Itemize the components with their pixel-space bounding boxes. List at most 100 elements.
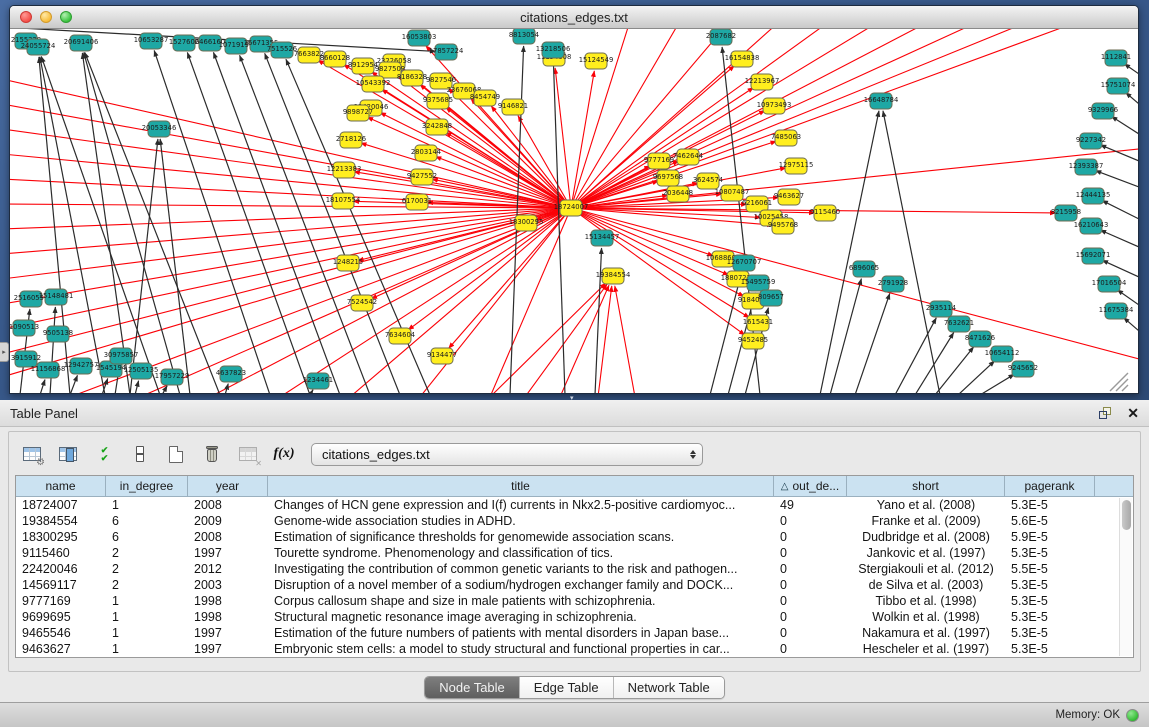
- table-cell-short[interactable]: Dudbridge et al. (2008): [847, 529, 1005, 545]
- table-cell-name[interactable]: 19384554: [16, 513, 106, 529]
- table-row[interactable]: 911546021997Tourette syndrome. Phenomeno…: [16, 545, 1133, 561]
- table-cell-name[interactable]: 9699695: [16, 609, 106, 625]
- column-header-title[interactable]: title: [268, 476, 774, 496]
- table-cell-name[interactable]: 14569117: [16, 577, 106, 593]
- table-cell-name[interactable]: 18724007: [16, 497, 106, 513]
- table-row[interactable]: 2242004622012Investigating the contribut…: [16, 561, 1133, 577]
- table-settings-button[interactable]: ⚙: [19, 442, 45, 466]
- table-cell-year[interactable]: 1997: [188, 625, 268, 641]
- column-header-pagerank[interactable]: pagerank: [1005, 476, 1095, 496]
- table-cell-title[interactable]: Investigating the contribution of common…: [268, 561, 774, 577]
- select-all-button[interactable]: ✔✔: [91, 442, 117, 466]
- table-row[interactable]: 946362711997Embryonic stem cells: a mode…: [16, 641, 1133, 657]
- table-cell-short[interactable]: Nakamura et al. (1997): [847, 625, 1005, 641]
- table-cell-short[interactable]: Yano et al. (2008): [847, 497, 1005, 513]
- table-row[interactable]: 1872400712008Changes of HCN gene express…: [16, 497, 1133, 513]
- table-cell-title[interactable]: Structural magnetic resonance image aver…: [268, 609, 774, 625]
- column-header-short[interactable]: short: [847, 476, 1005, 496]
- table-cell-title[interactable]: Tourette syndrome. Phenomenology and cla…: [268, 545, 774, 561]
- column-header-out_de[interactable]: △out_de...: [774, 476, 847, 496]
- table-row[interactable]: 946554611997Estimation of the future num…: [16, 625, 1133, 641]
- table-cell-pagerank[interactable]: 5.3E-5: [1005, 609, 1095, 625]
- table-cell-title[interactable]: Corpus callosum shape and size in male p…: [268, 593, 774, 609]
- close-panel-icon[interactable]: ✕: [1127, 406, 1139, 420]
- table-cell-title[interactable]: Estimation of the future numbers of pati…: [268, 625, 774, 641]
- table-row[interactable]: 1456911722003Disruption of a novel membe…: [16, 577, 1133, 593]
- table-cell-year[interactable]: 2009: [188, 513, 268, 529]
- tab-edge-table[interactable]: Edge Table: [520, 677, 614, 698]
- table-cell-pagerank[interactable]: 5.3E-5: [1005, 577, 1095, 593]
- table-cell-in_degree[interactable]: 2: [106, 545, 188, 561]
- tab-network-table[interactable]: Network Table: [614, 677, 724, 698]
- row-height-button[interactable]: [127, 442, 153, 466]
- table-cell-title[interactable]: Disruption of a novel member of a sodium…: [268, 577, 774, 593]
- table-cell-short[interactable]: Hescheler et al. (1997): [847, 641, 1005, 657]
- column-selector-button[interactable]: [55, 442, 81, 466]
- table-cell-year[interactable]: 1998: [188, 609, 268, 625]
- table-cell-year[interactable]: 2003: [188, 577, 268, 593]
- table-cell-out_de[interactable]: 0: [774, 593, 847, 609]
- table-cell-title[interactable]: Estimation of significance thresholds fo…: [268, 529, 774, 545]
- column-header-year[interactable]: year: [188, 476, 268, 496]
- table-cell-short[interactable]: Jankovic et al. (1997): [847, 545, 1005, 561]
- table-cell-short[interactable]: de Silva et al. (2003): [847, 577, 1005, 593]
- network-canvas[interactable]: 1872400776638228660128891295423226058982…: [10, 29, 1138, 393]
- table-cell-name[interactable]: 9465546: [16, 625, 106, 641]
- resize-grip-icon[interactable]: [1122, 385, 1128, 391]
- table-cell-in_degree[interactable]: 1: [106, 609, 188, 625]
- float-panel-icon[interactable]: [1099, 407, 1113, 420]
- table-row[interactable]: 1830029562008Estimation of significance …: [16, 529, 1133, 545]
- function-builder-button[interactable]: f(x): [271, 442, 297, 466]
- table-cell-year[interactable]: 1997: [188, 641, 268, 657]
- table-cell-short[interactable]: Franke et al. (2009): [847, 513, 1005, 529]
- table-cell-name[interactable]: 9463627: [16, 641, 106, 657]
- table-cell-in_degree[interactable]: 6: [106, 513, 188, 529]
- table-row[interactable]: 977716911998Corpus callosum shape and si…: [16, 593, 1133, 609]
- resize-grip-icon[interactable]: [1116, 379, 1128, 391]
- table-cell-pagerank[interactable]: 5.6E-5: [1005, 513, 1095, 529]
- table-cell-out_de[interactable]: 49: [774, 497, 847, 513]
- table-cell-name[interactable]: 22420046: [16, 561, 106, 577]
- delete-button[interactable]: [199, 442, 225, 466]
- table-cell-out_de[interactable]: 0: [774, 609, 847, 625]
- column-header-in_degree[interactable]: in_degree: [106, 476, 188, 496]
- table-cell-in_degree[interactable]: 2: [106, 561, 188, 577]
- table-cell-pagerank[interactable]: 5.3E-5: [1005, 497, 1095, 513]
- collapsed-panel-handle[interactable]: ▸: [0, 342, 9, 362]
- table-cell-year[interactable]: 2008: [188, 529, 268, 545]
- table-cell-in_degree[interactable]: 1: [106, 641, 188, 657]
- table-cell-out_de[interactable]: 0: [774, 625, 847, 641]
- new-table-button[interactable]: [163, 442, 189, 466]
- table-cell-title[interactable]: Changes of HCN gene expression and I(f) …: [268, 497, 774, 513]
- table-cell-out_de[interactable]: 0: [774, 513, 847, 529]
- table-cell-out_de[interactable]: 0: [774, 529, 847, 545]
- table-cell-out_de[interactable]: 0: [774, 545, 847, 561]
- table-cell-year[interactable]: 1997: [188, 545, 268, 561]
- table-cell-out_de[interactable]: 0: [774, 561, 847, 577]
- table-cell-in_degree[interactable]: 1: [106, 593, 188, 609]
- scrollbar-thumb[interactable]: [1122, 500, 1131, 530]
- table-cell-out_de[interactable]: 0: [774, 577, 847, 593]
- vertical-scrollbar[interactable]: [1119, 498, 1132, 656]
- table-cell-pagerank[interactable]: 5.3E-5: [1005, 545, 1095, 561]
- table-cell-name[interactable]: 9777169: [16, 593, 106, 609]
- table-cell-out_de[interactable]: 0: [774, 641, 847, 657]
- table-cell-in_degree[interactable]: 6: [106, 529, 188, 545]
- table-cell-short[interactable]: Stergiakouli et al. (2012): [847, 561, 1005, 577]
- table-cell-short[interactable]: Wolkin et al. (1998): [847, 609, 1005, 625]
- table-row[interactable]: 1938455462009Genome-wide association stu…: [16, 513, 1133, 529]
- table-cell-in_degree[interactable]: 1: [106, 625, 188, 641]
- table-cell-name[interactable]: 9115460: [16, 545, 106, 561]
- network-window-titlebar[interactable]: citations_edges.txt: [10, 6, 1138, 29]
- table-cell-pagerank[interactable]: 5.3E-5: [1005, 593, 1095, 609]
- table-selector-dropdown[interactable]: citations_edges.txt: [311, 443, 703, 466]
- table-cell-title[interactable]: Embryonic stem cells: a model to study s…: [268, 641, 774, 657]
- table-cell-name[interactable]: 18300295: [16, 529, 106, 545]
- table-cell-pagerank[interactable]: 5.3E-5: [1005, 641, 1095, 657]
- table-cell-year[interactable]: 2008: [188, 497, 268, 513]
- table-cell-year[interactable]: 1998: [188, 593, 268, 609]
- table-cell-short[interactable]: Tibbo et al. (1998): [847, 593, 1005, 609]
- table-cell-title[interactable]: Genome-wide association studies in ADHD.: [268, 513, 774, 529]
- tab-node-table[interactable]: Node Table: [425, 677, 520, 698]
- column-header-name[interactable]: name: [16, 476, 106, 496]
